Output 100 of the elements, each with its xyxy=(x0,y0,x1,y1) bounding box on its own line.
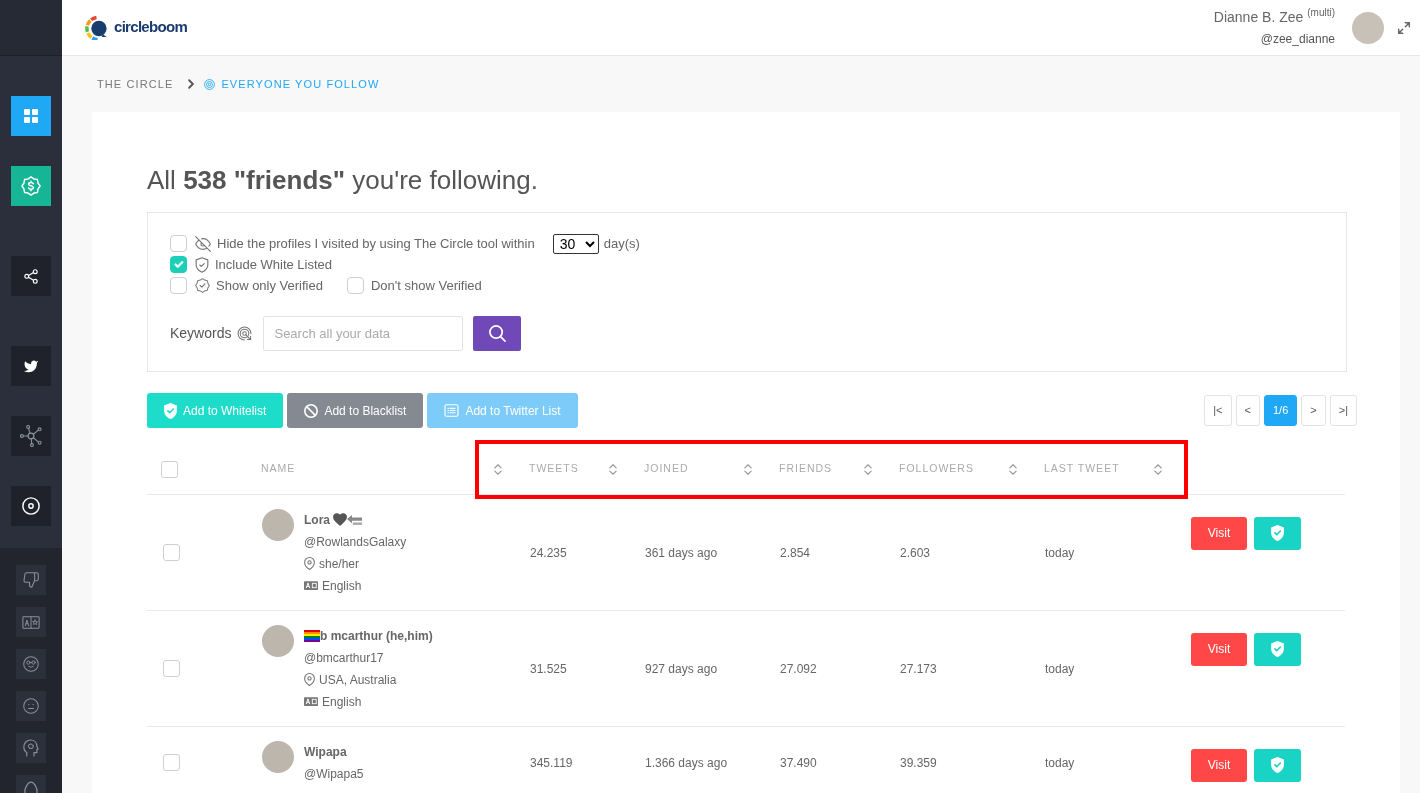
whitelist-button[interactable] xyxy=(1254,632,1301,666)
sort-icon[interactable] xyxy=(1154,463,1162,475)
sort-icon[interactable] xyxy=(1009,463,1017,475)
visit-button[interactable]: Visit xyxy=(1191,516,1247,550)
friend-count: 27.092 xyxy=(780,661,817,676)
head-icon xyxy=(23,739,39,757)
follower-count: 39.359 xyxy=(900,755,937,770)
pagination-button[interactable]: < xyxy=(1235,395,1260,426)
glasses-face-icon xyxy=(23,656,39,672)
avatar-placeholder[interactable] xyxy=(1352,11,1384,44)
grid-icon xyxy=(24,109,38,123)
target-icon xyxy=(204,78,216,90)
column-header[interactable]: TWEETS xyxy=(529,461,579,478)
location-text: USA, Australia xyxy=(319,671,397,689)
action-button[interactable]: Add to Whitelist xyxy=(147,393,284,428)
pagination-button[interactable]: >| xyxy=(1329,395,1357,426)
pagination-button[interactable]: > xyxy=(1301,395,1326,426)
tweet-count: 31.525 xyxy=(530,661,567,676)
days-select[interactable]: 30 xyxy=(552,233,599,254)
search-field[interactable]: Search all your data xyxy=(263,316,464,351)
user-handle: @zee_dianne xyxy=(1259,31,1335,47)
sort-icon[interactable] xyxy=(744,463,752,475)
checkbox[interactable] xyxy=(170,256,187,273)
sidebar-tool[interactable] xyxy=(16,733,46,763)
column-header[interactable]: FOLLOWERS xyxy=(899,461,974,478)
eye-slash-icon xyxy=(195,235,211,252)
whitelist-button[interactable] xyxy=(1254,516,1301,550)
shield-check-icon xyxy=(1271,525,1284,541)
sort-icon[interactable] xyxy=(494,463,502,475)
pagination-button[interactable]: |< xyxy=(1204,395,1232,426)
checkbox[interactable] xyxy=(163,659,180,677)
dollar-badge-icon xyxy=(21,176,41,196)
share-icon xyxy=(24,268,38,284)
sidebar-tool[interactable] xyxy=(16,607,46,637)
shield-check-icon xyxy=(164,402,177,419)
breadcrumb-link[interactable]: EVERYONE YOU FOLLOW xyxy=(221,75,380,93)
profile-name[interactable]: Wipapa xyxy=(304,740,347,763)
avatar-placeholder xyxy=(262,508,294,541)
pagination-button[interactable]: 1/6 xyxy=(1264,395,1298,426)
target-icon xyxy=(237,326,253,341)
search-icon xyxy=(488,325,506,342)
profile-name[interactable]: Lora xyxy=(304,508,330,531)
follower-count: 2.603 xyxy=(900,545,931,560)
column-header[interactable]: NAME xyxy=(261,461,296,478)
avatar-placeholder xyxy=(262,740,294,773)
thumbs-down-icon xyxy=(23,572,39,588)
shield-check-icon xyxy=(195,256,209,273)
friend-count: 2.854 xyxy=(780,545,811,560)
visit-button[interactable]: Visit xyxy=(1191,632,1247,666)
sidebar-tool[interactable] xyxy=(16,649,46,679)
chevron-right-icon xyxy=(188,79,195,89)
sidebar-tool[interactable] xyxy=(16,691,46,721)
checkbox[interactable] xyxy=(170,235,187,252)
checkbox[interactable] xyxy=(161,460,178,478)
option-label: Hide the profiles I visited by using The Circle tool within xyxy=(217,234,535,253)
page-heading: All 538 "friends" you're following. xyxy=(147,165,539,195)
last-tweet-time: today xyxy=(1045,661,1075,676)
sidebar-item[interactable] xyxy=(11,486,51,526)
shield-check-icon xyxy=(1271,641,1284,657)
column-header[interactable]: JOINED xyxy=(644,461,689,478)
rainbow-flag-icon xyxy=(304,629,320,642)
sort-icon[interactable] xyxy=(864,463,872,475)
keywords-label: Keywords xyxy=(170,324,232,343)
joined-date: 1.366 days ago xyxy=(645,755,728,770)
option-label: Include White Listed xyxy=(215,255,333,274)
profile-name[interactable]: b mcarthur (he,him) xyxy=(320,624,433,647)
ban-icon xyxy=(304,403,319,418)
sort-icon[interactable] xyxy=(609,463,617,475)
tweet-count: 345.119 xyxy=(530,755,573,770)
whitelist-button[interactable] xyxy=(1254,748,1301,782)
sidebar-tool[interactable] xyxy=(16,565,46,595)
search-button[interactable] xyxy=(473,316,522,351)
bird-icon xyxy=(23,359,39,373)
checkbox[interactable] xyxy=(346,277,364,294)
heart-icon xyxy=(333,513,347,526)
option-label: Show only Verified xyxy=(216,276,323,295)
sidebar-item[interactable] xyxy=(11,346,51,386)
language-icon xyxy=(304,581,318,590)
disc-icon xyxy=(22,497,40,515)
checkbox[interactable] xyxy=(170,277,187,294)
list-icon xyxy=(444,404,460,417)
neutral-face-icon xyxy=(23,698,39,714)
checkbox[interactable] xyxy=(163,753,180,771)
joined-date: 927 days ago xyxy=(645,661,718,676)
last-tweet-time: today xyxy=(1045,545,1075,560)
language-text: English xyxy=(322,577,362,595)
tweet-count: 24.235 xyxy=(530,545,567,560)
option-label: Don't show Verified xyxy=(370,276,482,295)
action-button[interactable]: Add to Blacklist xyxy=(287,393,424,428)
checkbox[interactable] xyxy=(163,543,180,561)
column-header[interactable]: LAST TWEET xyxy=(1044,461,1120,478)
breadcrumb-link[interactable]: THE CIRCLE xyxy=(97,75,174,93)
action-button[interactable]: Add to Twitter List xyxy=(427,393,578,428)
logo-icon xyxy=(85,15,110,40)
expand-icon[interactable] xyxy=(1398,21,1410,34)
visit-button[interactable]: Visit xyxy=(1191,748,1247,782)
days-unit: day(s) xyxy=(603,234,640,253)
sidebar-item[interactable] xyxy=(11,256,51,296)
profile-handle: @Wipapa5 xyxy=(304,765,364,783)
column-header[interactable]: FRIENDS xyxy=(779,461,833,478)
